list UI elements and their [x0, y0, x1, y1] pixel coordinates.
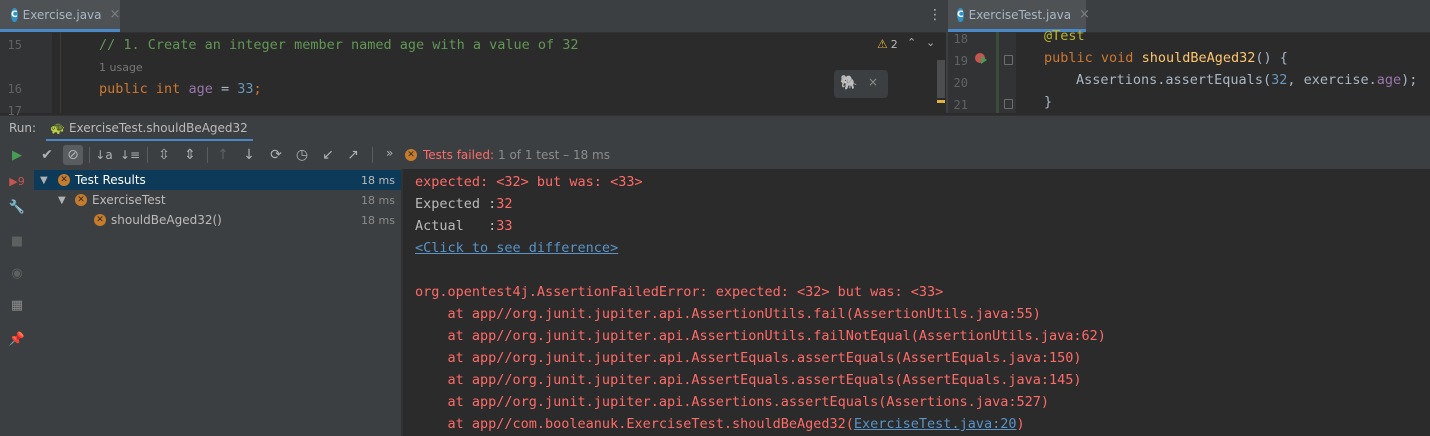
left-tab-bar: C Exercise.java × ⋮	[0, 0, 946, 33]
sort-by-duration-icon[interactable]: ↓≡	[120, 145, 140, 165]
code-line-18[interactable]: @Test	[1044, 28, 1085, 44]
java-class-icon: C	[11, 7, 18, 22]
next-failed-icon[interactable]: ↓	[239, 145, 259, 165]
right-tab-bar: C ExerciseTest.java ×	[948, 0, 1430, 33]
usage-inlay-hint[interactable]: 1 usage	[99, 61, 143, 74]
more-tabs-icon[interactable]: ⋮	[928, 7, 942, 25]
click-to-see-difference-link[interactable]: <Click to see difference>	[415, 240, 618, 256]
pin-icon[interactable]: 📌	[9, 331, 25, 347]
line-number: 19	[953, 54, 968, 68]
show-passed-icon[interactable]: ✔	[37, 145, 57, 165]
run-tool-window-header: Run: 🐢 ExerciseTest.shouldBeAged32	[0, 115, 1430, 142]
console-line: Actual :33	[415, 218, 513, 234]
warning-stripe-marker[interactable]	[937, 100, 945, 103]
previous-failed-icon[interactable]: ↑	[213, 145, 233, 165]
test-run-icon: 🐢	[50, 120, 65, 135]
source-link[interactable]: ExerciseTest.java:20	[854, 416, 1017, 432]
close-icon[interactable]: ×	[110, 7, 121, 22]
fold-icon[interactable]	[1004, 55, 1013, 65]
console-output[interactable]: expected: <32> but was: <33> Expected :3…	[403, 169, 1430, 436]
tree-row-shouldbeaged32[interactable]: ✕ shouldBeAged32() 18 ms	[34, 210, 401, 230]
import-tests-icon[interactable]: ⟳	[266, 145, 286, 165]
fold-icon[interactable]	[1004, 99, 1013, 109]
chevron-down-icon[interactable]: ▼	[40, 175, 52, 186]
tab-label: ExerciseTest.java	[968, 7, 1072, 22]
collapse-all-icon[interactable]: ⇕	[180, 145, 200, 165]
export-icon[interactable]: ↗	[343, 145, 363, 165]
left-editor: C Exercise.java × ⋮ 15 16 17 // 1. Creat…	[0, 0, 946, 118]
failed-icon: ✕	[405, 149, 417, 161]
run-label: Run:	[9, 121, 37, 135]
code-line-19[interactable]: public void shouldBeAged32() {	[1044, 50, 1288, 66]
gradle-reload-icon[interactable]: 🐘	[840, 75, 858, 93]
warning-icon: ⚠	[877, 37, 888, 51]
line-number: 18	[953, 32, 968, 46]
rerun-icon[interactable]: ▶	[9, 147, 25, 163]
next-highlight-icon[interactable]: ⌄	[926, 36, 935, 49]
console-line: org.opentest4j.AssertionFailedError: exp…	[415, 284, 944, 300]
stack-trace-line: at app//org.junit.jupiter.api.AssertEqua…	[415, 350, 1082, 366]
stack-trace-line: at app//com.booleanuk.ExerciseTest.shoul…	[415, 416, 1025, 432]
warnings-indicator[interactable]: ⚠ 2	[877, 37, 898, 51]
code-line-16[interactable]: public int age = 33;	[99, 81, 262, 97]
previous-highlight-icon[interactable]: ⌃	[907, 36, 916, 49]
console-line: Expected :32	[415, 196, 513, 212]
run-left-toolbar: ▶ ▶9 🔧 ■ ◉ ▦ 📌	[0, 141, 35, 436]
stack-trace-line: at app//org.junit.jupiter.api.Assertions…	[415, 394, 1049, 410]
chevron-down-icon[interactable]: ▼	[58, 195, 70, 206]
code-line-15[interactable]: // 1. Create an integer member named age…	[99, 37, 579, 53]
run-test-icon[interactable]	[981, 56, 987, 64]
show-ignored-icon[interactable]: ⊘	[63, 145, 83, 165]
tree-row-exercisetest[interactable]: ▼ ✕ ExerciseTest 18 ms	[34, 190, 401, 210]
tab-exercise-java[interactable]: C Exercise.java ×	[0, 0, 120, 32]
tree-row-test-results[interactable]: ▼ ✕ Test Results 18 ms	[34, 170, 401, 190]
console-line: expected: <32> but was: <33>	[415, 174, 643, 190]
rerun-failed-icon[interactable]: ▶9	[9, 173, 25, 189]
code-line-21[interactable]: }	[1044, 94, 1052, 110]
stack-trace-line: at app//org.junit.jupiter.api.AssertEqua…	[415, 372, 1082, 388]
java-class-icon: C	[957, 7, 964, 22]
code-line-20[interactable]: Assertions.assertEquals(32, exercise.age…	[1076, 72, 1417, 88]
sort-alphabetically-icon[interactable]: ↓a	[94, 145, 114, 165]
more-actions-icon[interactable]: »	[386, 146, 393, 160]
line-gutter: 18 19 20 21	[948, 32, 1016, 113]
line-number: 16	[7, 82, 22, 96]
stack-trace-line: at app//org.junit.jupiter.api.AssertionU…	[415, 306, 1041, 322]
expand-all-icon[interactable]: ⇳	[154, 145, 174, 165]
line-number: 20	[953, 76, 968, 90]
right-editor: C ExerciseTest.java × 18 19 20 21 @Test …	[948, 0, 1430, 113]
close-icon[interactable]: ×	[1079, 7, 1090, 22]
layout-icon[interactable]: ▦	[9, 297, 25, 313]
failed-icon: ✕	[94, 214, 106, 226]
tab-label: Exercise.java	[22, 7, 102, 22]
line-number: 15	[7, 38, 22, 52]
wrench-icon[interactable]: 🔧	[9, 199, 25, 215]
test-results-tree: ▼ ✕ Test Results 18 ms ▼ ✕ ExerciseTest …	[34, 169, 401, 436]
test-status: ✕ Tests failed: 1 of 1 test – 18 ms	[405, 148, 610, 162]
line-gutter: 15 16 17	[0, 32, 52, 118]
close-icon[interactable]: ×	[868, 75, 878, 89]
failed-icon: ✕	[75, 194, 87, 206]
import-icon[interactable]: ↙	[318, 145, 338, 165]
test-history-icon[interactable]: ◷	[292, 145, 312, 165]
reload-gradle-popup: 🐘 ×	[834, 70, 888, 98]
vcs-change-marker[interactable]	[996, 32, 999, 113]
eye-icon[interactable]: ◉	[9, 265, 25, 281]
stack-trace-line: at app//org.junit.jupiter.api.AssertionU…	[415, 328, 1106, 344]
stop-icon[interactable]: ■	[9, 233, 25, 249]
run-config-tab[interactable]: 🐢 ExerciseTest.shouldBeAged32	[46, 116, 253, 142]
scrollbar-thumb[interactable]	[937, 60, 945, 98]
line-number: 21	[953, 98, 968, 112]
test-toolbar: ✔ ⊘ ↓a ↓≡ ⇳ ⇕ ↑ ↓ ⟳ ◷ ↙ ↗ » ✕ Tests fail…	[34, 141, 1430, 169]
failed-icon: ✕	[58, 174, 70, 186]
